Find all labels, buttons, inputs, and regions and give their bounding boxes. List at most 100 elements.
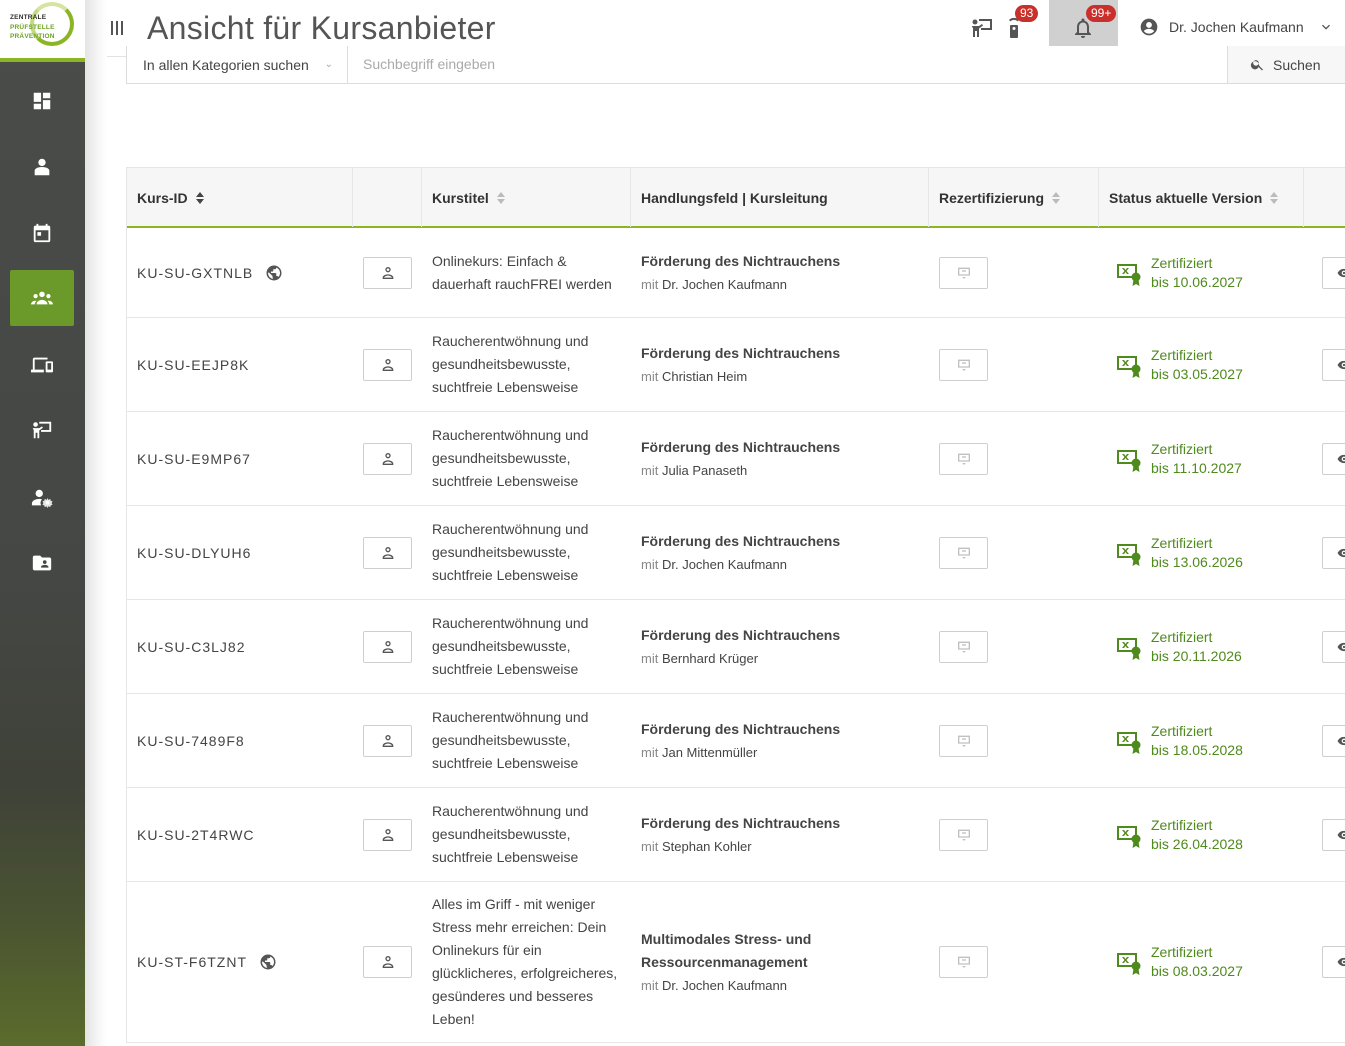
sidebar-item-provider[interactable] [10, 139, 74, 195]
presenter-header-button[interactable] [970, 16, 994, 40]
column-header-rezert[interactable]: Rezertifizierung [929, 168, 1099, 227]
search-button[interactable]: Suchen [1227, 46, 1345, 83]
presenter-icon [32, 421, 52, 439]
status-cell: Zertifiziert bis 13.06.2026 [1115, 506, 1243, 599]
status-label: Zertifiziert [1151, 628, 1213, 645]
recert-cell [939, 600, 988, 693]
course-leader: mit Dr. Jochen Kaufmann [641, 556, 787, 572]
eye-icon [1337, 736, 1345, 745]
eye-icon [1337, 360, 1345, 369]
globe-icon [260, 954, 276, 970]
field-cell: Multimodales Stress- und Ressourcenmanag… [641, 882, 921, 1042]
sidebar-item-user-settings[interactable] [10, 470, 74, 526]
view-button[interactable] [1322, 348, 1345, 381]
status-label: Zertifiziert [1151, 722, 1213, 739]
category-select[interactable]: In allen Kategorien suchen ⌄ [127, 46, 348, 83]
recertify-button[interactable] [939, 818, 988, 851]
view-button[interactable] [1322, 724, 1345, 757]
logo-text: ZENTRALE PRÜFSTELLE PRÄVENTION [10, 14, 55, 40]
presentation-icon [957, 267, 970, 278]
presenter-icon [971, 19, 992, 37]
trainer-badge-icon [382, 358, 393, 371]
assign-trainer-button[interactable] [363, 818, 412, 851]
assign-trainer-button[interactable] [363, 536, 412, 569]
course-leader: mit Stephan Kohler [641, 838, 752, 854]
chevron-down-icon [1321, 24, 1330, 30]
recertify-button[interactable] [939, 630, 988, 663]
field-cell: Förderung des Nichtrauchens mit Julia Pa… [641, 412, 921, 505]
view-button[interactable] [1322, 256, 1345, 289]
view-cell [1322, 882, 1345, 1042]
trainer-cell [363, 412, 412, 505]
logo[interactable]: ZENTRALE PRÜFSTELLE PRÄVENTION [0, 0, 85, 58]
field-of-action: Multimodales Stress- und Ressourcenmanag… [641, 930, 812, 970]
table-row: KU-ST-F6TZNT Alles im Griff - mit wenige… [127, 882, 1345, 1043]
logo-accent-bar [0, 58, 85, 62]
view-cell [1322, 600, 1345, 693]
course-leader: mit Jan Mittenmüller [641, 744, 758, 760]
sort-icon [496, 191, 505, 204]
user-menu[interactable]: Dr. Jochen Kaufmann [1139, 17, 1334, 37]
recertify-button[interactable] [939, 946, 988, 978]
status-valid-until: bis 13.06.2026 [1151, 553, 1243, 570]
search-input[interactable] [349, 47, 1227, 81]
course-title: Raucherentwöhnung und gesundheitsbewusst… [432, 333, 589, 395]
sidebar-item-calendar[interactable] [10, 205, 74, 261]
course-leader: mit Bernhard Krüger [641, 650, 759, 666]
recertify-button[interactable] [939, 256, 988, 289]
sidebar-item-courses[interactable] [10, 270, 74, 326]
column-header-title[interactable]: Kurstitel [422, 168, 631, 227]
recertify-button[interactable] [939, 724, 988, 757]
status-label: Zertifiziert [1151, 944, 1213, 960]
assign-trainer-button[interactable] [363, 724, 412, 757]
status-valid-until: bis 03.05.2027 [1151, 365, 1243, 382]
course-id: KU-SU-EEJP8K [137, 356, 250, 373]
status-label: Zertifiziert [1151, 254, 1213, 271]
sidebar-item-dashboard[interactable] [10, 73, 74, 129]
assign-trainer-button[interactable] [363, 630, 412, 663]
recertify-button[interactable] [939, 442, 988, 475]
view-button[interactable] [1322, 818, 1345, 851]
menu-toggle-button[interactable] [110, 18, 124, 38]
trainer-cell [363, 228, 412, 317]
trainer-cell [363, 788, 412, 881]
course-title: Raucherentwöhnung und gesundheitsbewusst… [432, 803, 589, 865]
assign-trainer-button[interactable] [363, 946, 412, 978]
trainer-badge-icon [382, 266, 393, 279]
assign-trainer-button[interactable] [363, 348, 412, 381]
course-id-cell: KU-SU-E9MP67 [137, 412, 251, 505]
trainer-badge-icon [382, 828, 393, 841]
sidebar-item-devices[interactable] [10, 337, 74, 393]
recertify-button[interactable] [939, 348, 988, 381]
table-row: KU-SU-E9MP67 Raucherentwöhnung und gesun… [127, 412, 1345, 506]
certified-icon [1117, 825, 1141, 848]
assign-trainer-button[interactable] [363, 256, 412, 289]
course-id: KU-SU-E9MP67 [137, 450, 251, 467]
view-button[interactable] [1322, 630, 1345, 663]
column-header-status[interactable]: Status aktuelle Version [1099, 168, 1304, 227]
assign-trainer-button[interactable] [363, 442, 412, 475]
course-id: KU-SU-2T4RWC [137, 826, 255, 843]
courses-count-badge: 93 [1015, 5, 1039, 22]
sidebar-item-documents[interactable] [10, 535, 74, 591]
status-valid-until: bis 18.05.2028 [1151, 741, 1243, 758]
presentation-icon [957, 453, 970, 464]
recertify-button[interactable] [939, 536, 988, 569]
view-button[interactable] [1322, 946, 1345, 978]
status-label: Zertifiziert [1151, 816, 1213, 833]
trainer-cell [363, 694, 412, 787]
course-leader: mit Dr. Jochen Kaufmann [641, 977, 787, 993]
sort-icon [1052, 191, 1061, 204]
course-id-cell: KU-SU-EEJP8K [137, 318, 249, 411]
chevron-down-icon: ⌄ [324, 59, 333, 70]
view-button[interactable] [1322, 442, 1345, 475]
search-bar: In allen Kategorien suchen ⌄ Suchen [126, 46, 1345, 84]
field-cell: Förderung des Nichtrauchens mit Jan Mitt… [641, 694, 921, 787]
provider-icon [34, 158, 50, 176]
view-button[interactable] [1322, 536, 1345, 569]
sidebar-item-presenter[interactable] [10, 402, 74, 458]
status-label: Zertifiziert [1151, 346, 1213, 363]
field-of-action: Förderung des Nichtrauchens [641, 532, 841, 549]
status-cell: Zertifiziert bis 11.10.2027 [1115, 412, 1242, 505]
column-header-id[interactable]: Kurs-ID [127, 168, 353, 227]
